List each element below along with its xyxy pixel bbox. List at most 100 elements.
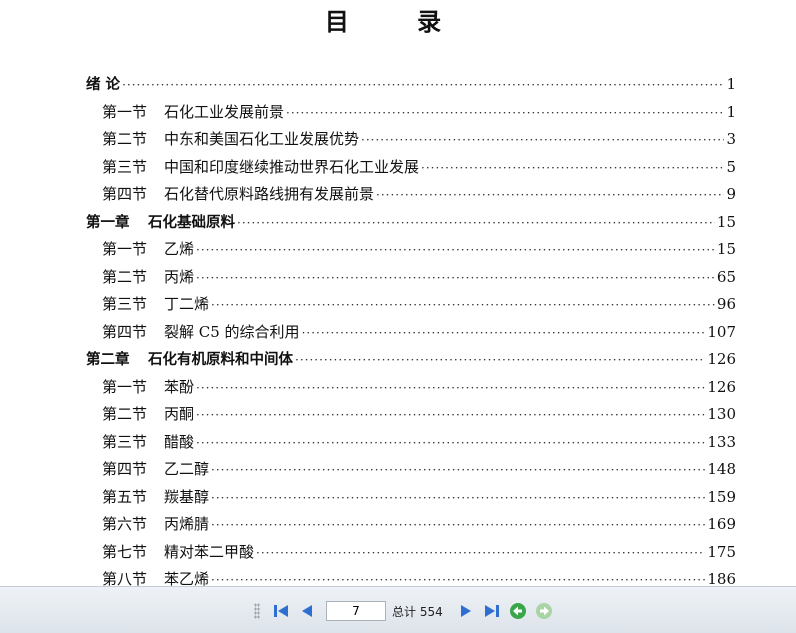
toc-entry-title: 丙烯腈: [164, 515, 210, 533]
toc-entry-page: 175: [707, 542, 736, 561]
toc-entry[interactable]: 第二节 丙酮 ···································…: [102, 403, 736, 430]
toc-entry-title: 石化替代原料路线拥有发展前景: [164, 185, 375, 203]
toc-entry[interactable]: 第七节 精对苯二甲酸 ·······························…: [102, 541, 736, 568]
toc-entry-page: 5: [726, 157, 736, 176]
toc-entry-number: 第一节: [102, 102, 148, 121]
forward-button[interactable]: [534, 601, 554, 621]
toc-entry-number: 第一节: [102, 240, 148, 258]
document-page: 目 录 绪 论 ·································…: [0, 0, 796, 586]
forward-icon: [535, 603, 552, 619]
toc-entry-title: 苯酚: [164, 377, 195, 396]
toc-entry-page: 9: [726, 185, 736, 203]
toc-entry-page: 15: [716, 212, 736, 231]
toc-entry-page: 1: [726, 102, 736, 121]
toc-entry[interactable]: 第三节 中国和印度继续推动世界石化工业发展 ····················…: [102, 156, 736, 183]
toc-entry-number: 第一章: [86, 214, 130, 231]
last-page-icon: [484, 605, 499, 617]
toc-entry-page: 1: [726, 75, 736, 93]
toc-leader-dots: ········································…: [196, 380, 706, 395]
toc-leader-dots: ········································…: [211, 490, 705, 505]
toc-leader-dots: ········································…: [256, 545, 706, 560]
toc-leader-dots: ········································…: [301, 325, 706, 340]
toc-leader-dots: ········································…: [196, 243, 715, 257]
prev-page-button[interactable]: [297, 601, 317, 621]
back-icon: [509, 603, 526, 619]
toc-title: 目 录: [324, 8, 472, 36]
toc-entry[interactable]: 绪 论 ·····································…: [86, 73, 736, 100]
first-page-icon: [274, 605, 288, 617]
toc-entry-page: 133: [707, 432, 736, 451]
toc-entry-number: 第三节: [102, 295, 148, 313]
toc-leader-dots: ········································…: [211, 573, 705, 586]
toc-entry-number: 第一节: [102, 377, 148, 396]
toc-entry-number: 第八节: [102, 570, 148, 586]
toc-entry-page: 169: [707, 515, 736, 533]
toc-entry-page: 15: [716, 240, 736, 258]
toc-entry[interactable]: 第六节 丙烯腈 ··································…: [102, 513, 736, 540]
toc-entry[interactable]: 第四节 裂解 C5 的综合利用 ··························…: [102, 321, 736, 348]
toc-entry[interactable]: 第一章 石化基础原料 ·······························…: [86, 211, 736, 238]
toc-entry[interactable]: 第一节 乙烯 ···································…: [102, 238, 736, 265]
toc-leader-dots: ········································…: [196, 408, 706, 422]
next-page-icon: [460, 605, 471, 617]
toc-entry-title: 乙烯: [164, 240, 195, 258]
total-pages-label: 总计 554: [392, 604, 443, 619]
viewer-toolbar: 总计 554: [0, 586, 796, 633]
page-number-input[interactable]: [326, 601, 386, 621]
toc-entry-title: 石化基础原料: [148, 214, 235, 231]
toc-entry[interactable]: 第五节 羰基醇 ··································…: [102, 486, 736, 513]
toc-entry[interactable]: 第三节 丁二烯 ··································…: [102, 293, 736, 320]
toc-entry-number: 第五节: [102, 487, 148, 506]
next-page-button[interactable]: [456, 601, 476, 621]
toc-leader-dots: ········································…: [211, 518, 705, 532]
toc-entry-page: 96: [716, 295, 736, 313]
toc-entry-number: 第二章: [86, 352, 130, 368]
toc-leader-dots: ········································…: [196, 270, 715, 285]
prev-page-icon: [302, 605, 312, 617]
toc-entry-page: 65: [716, 267, 736, 286]
toc-entry[interactable]: 第一节 苯酚 ···································…: [102, 376, 736, 403]
toc-entry[interactable]: 第四节 石化替代原料路线拥有发展前景 ·······················…: [102, 183, 736, 210]
toc-entry-number: 第二节: [102, 267, 148, 286]
toc-entry[interactable]: 第二节 丙烯 ···································…: [102, 266, 736, 293]
toc-entry-page: 130: [707, 405, 736, 423]
toc-entry-title: 中东和美国石化工业发展优势: [164, 130, 360, 148]
toc-leader-dots: ········································…: [376, 188, 724, 202]
toc-entry-page: 3: [726, 130, 736, 148]
last-page-button[interactable]: [482, 601, 502, 621]
toc-entry[interactable]: 第二章 石化有机原料和中间体 ···························…: [86, 348, 736, 375]
toc-entry[interactable]: 第一节 石化工业发展前景 ·····························…: [102, 101, 736, 128]
toc-entry-number: 第四节: [102, 185, 148, 203]
toc-entry-title: 精对苯二甲酸: [164, 542, 255, 561]
toc-leader-dots: ········································…: [421, 160, 725, 175]
toc-entry-number: 第二节: [102, 405, 148, 423]
toc-entry-number: 第二节: [102, 130, 148, 148]
toc-entry-number: 第三节: [102, 432, 148, 451]
toc-leader-dots: ········································…: [286, 105, 725, 120]
toc-entry[interactable]: 第四节 乙二醇 ··································…: [102, 458, 736, 485]
toc-entry-title: 乙二醇: [164, 460, 210, 478]
back-button[interactable]: [508, 601, 528, 621]
toc-entry-title: 羰基醇: [164, 487, 210, 506]
toc-entry[interactable]: 第三节 醋酸 ···································…: [102, 431, 736, 458]
toc-entry[interactable]: 第八节 苯乙烯 ··································…: [102, 568, 736, 586]
toc-entry-number: 第六节: [102, 515, 148, 533]
toc-entry-title: 石化有机原料和中间体: [148, 352, 293, 368]
toc-leader-dots: ········································…: [122, 78, 724, 92]
toc-entry-title: 丙烯: [164, 267, 195, 286]
toc-entry-title: 中国和印度继续推动世界石化工业发展: [164, 157, 420, 176]
toolbar-grip-icon[interactable]: [254, 603, 260, 619]
first-page-button[interactable]: [271, 601, 291, 621]
toc-leader-dots: ········································…: [196, 435, 706, 450]
toc-leader-dots: ········································…: [211, 463, 705, 477]
toc-entry-number: 绪 论: [86, 77, 121, 93]
toc-entry-title: 醋酸: [164, 432, 195, 451]
toc-entry[interactable]: 第二节 中东和美国石化工业发展优势 ························…: [102, 128, 736, 155]
toc-leader-dots: ········································…: [295, 353, 705, 367]
toc-entry-title: 石化工业发展前景: [164, 102, 285, 121]
toc-entry-page: 148: [707, 460, 736, 478]
toc-entry-number: 第四节: [102, 460, 148, 478]
toc-entry-title: 裂解 C5 的综合利用: [164, 322, 300, 341]
toc-entry-page: 159: [707, 487, 736, 506]
toc-entry-title: 丙酮: [164, 405, 195, 423]
